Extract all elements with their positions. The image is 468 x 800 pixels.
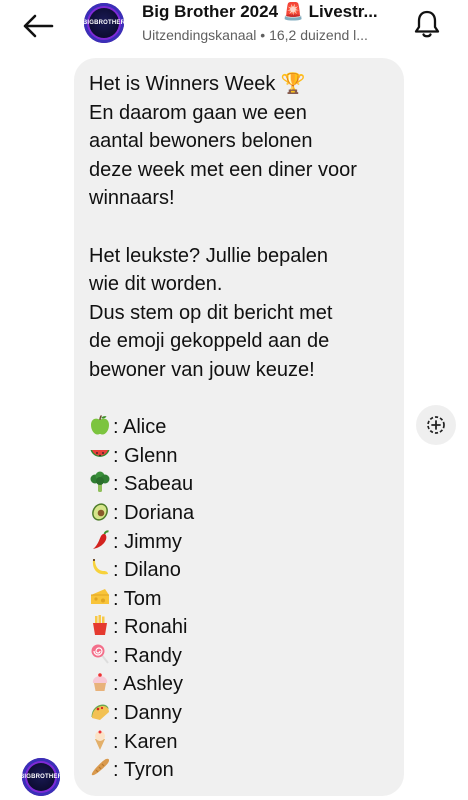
bell-icon — [414, 10, 440, 38]
vote-option-jimmy: : Jimmy — [89, 528, 390, 557]
baguette-icon — [91, 758, 110, 776]
add-reaction-icon — [427, 416, 445, 434]
sender-avatar[interactable]: BIGBROTHER — [19, 758, 63, 796]
channel-header: BIGBROTHER Big Brother 2024 🚨 Livestr...… — [0, 0, 468, 56]
message-line: winnaars! — [89, 187, 175, 210]
broccoli-icon — [90, 471, 110, 493]
cheese-icon — [91, 588, 109, 604]
message-line: wie dit worden. — [89, 273, 223, 296]
vote-option-dilano: : Dilano — [89, 556, 390, 585]
vote-name: : Ronahi — [113, 616, 188, 639]
message-line: Het is Winners Week 🏆 — [89, 73, 306, 95]
vote-option-doriana: : Doriana — [89, 499, 390, 528]
message-line: En daarom gaan we een — [89, 101, 307, 124]
notifications-button[interactable] — [408, 5, 446, 43]
vote-name: : Sabeau — [113, 473, 194, 496]
channel-title[interactable]: Big Brother 2024 🚨 Livestr... — [142, 2, 382, 22]
message-bubble[interactable]: Het is Winners Week 🏆 En daarom gaan we … — [74, 58, 404, 796]
vote-name: : Randy — [113, 644, 182, 667]
watermelon-icon — [90, 449, 110, 457]
ice-cream-icon — [95, 730, 105, 750]
back-button[interactable] — [18, 8, 58, 44]
lollipop-icon — [91, 644, 109, 664]
vote-name: : Karen — [113, 730, 178, 753]
vote-name: : Tyron — [113, 759, 174, 782]
vote-name: : Alice — [113, 416, 167, 439]
message-line: aantal bewoners belonen — [89, 130, 313, 153]
message-line: deze week met een diner voor — [89, 158, 357, 181]
vote-name: : Glenn — [113, 444, 178, 467]
banana-icon — [92, 559, 108, 575]
message-line: de emoji gekoppeld aan de — [89, 330, 330, 353]
vote-name: : Dilano — [113, 559, 181, 582]
vote-option-danny: : Danny — [89, 699, 390, 728]
vote-option-ronahi: : Ronahi — [89, 613, 390, 642]
vote-name: : Jimmy — [113, 530, 182, 553]
french-fries-icon — [93, 615, 107, 636]
avatar-logo: BIGBROTHER — [84, 20, 124, 26]
green-apple-icon — [91, 415, 109, 435]
taco-icon — [91, 704, 109, 721]
channel-avatar[interactable]: BIGBROTHER — [84, 3, 124, 43]
vote-option-sabeau: : Sabeau — [89, 470, 390, 499]
vote-option-karen: : Karen — [89, 728, 390, 757]
channel-subtitle: Uitzendingskanaal • 16,2 duizend l... — [142, 27, 368, 43]
vote-option-ashley: : Ashley — [89, 670, 390, 699]
vote-name: : Danny — [113, 702, 182, 725]
message-line: Dus stem op dit bericht met — [89, 301, 333, 324]
vote-option-randy: : Randy — [89, 642, 390, 671]
vote-name: : Tom — [113, 587, 162, 610]
message-line: bewoner van jouw keuze! — [89, 358, 315, 381]
message-line: Het leukste? Jullie bepalen — [89, 244, 329, 267]
hot-pepper-icon — [93, 529, 109, 549]
avatar-logo: BIGBROTHER — [19, 774, 63, 780]
vote-name: : Doriana — [113, 501, 195, 524]
vote-option-tom: : Tom — [89, 585, 390, 614]
vote-name: : Ashley — [113, 673, 184, 696]
arrow-left-icon — [23, 14, 54, 38]
vote-option-tyron: : Tyron — [89, 756, 390, 785]
cupcake-icon — [92, 673, 108, 692]
avocado-icon — [92, 503, 108, 521]
vote-option-glenn: : Glenn — [89, 442, 390, 471]
vote-option-alice: : Alice — [89, 413, 390, 442]
add-reaction-button[interactable] — [416, 405, 456, 445]
